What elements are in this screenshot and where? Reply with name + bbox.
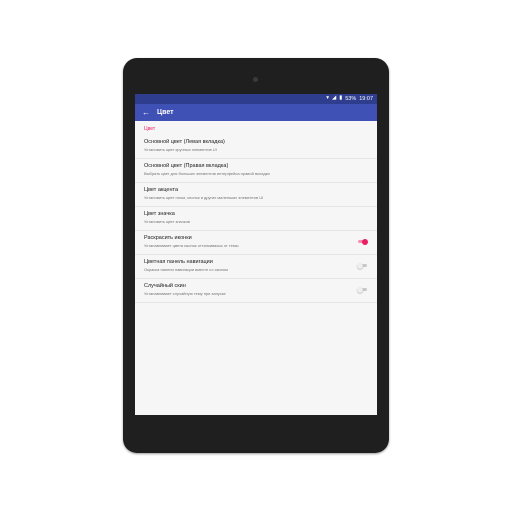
random-skin-switch[interactable] bbox=[357, 286, 367, 293]
switch-knob bbox=[357, 262, 363, 269]
pref-title: Раскрасить иконки bbox=[144, 235, 192, 241]
switch-knob bbox=[362, 238, 368, 245]
battery-icon: ▮ bbox=[339, 95, 343, 102]
pref-summary: Окраска панели навигации вместе со скино… bbox=[144, 267, 228, 272]
pref-summary: Устанавливает случайную тему при запуске bbox=[144, 291, 226, 296]
pref-summary: Установить цвет плом, кнопок и других ма… bbox=[144, 195, 264, 200]
pref-summary: Выбрать цвет для больших элементов интер… bbox=[144, 171, 270, 176]
pref-random-skin[interactable]: Случайный скин Устанавливает случайную т… bbox=[135, 279, 377, 303]
colored-navbar-switch[interactable] bbox=[357, 262, 367, 269]
pref-accent-color[interactable]: Цвет акцента Установить цвет плом, кнопо… bbox=[135, 183, 377, 207]
colorize-icons-switch[interactable] bbox=[358, 238, 368, 245]
status-time: 19:07 bbox=[359, 96, 373, 102]
pref-primary-color-left[interactable]: Основной цвет (Левая вкладка) Установить… bbox=[135, 135, 377, 159]
screen: ▾ ◢ ▮ 53% 19:07 ← Цвет Цвет Основной цве… bbox=[135, 94, 377, 415]
settings-list: Цвет Основной цвет (Левая вкладка) Устан… bbox=[135, 121, 377, 303]
pref-colored-navbar[interactable]: Цветная панель навигации Окраска панели … bbox=[135, 255, 377, 279]
pref-title: Случайный скин bbox=[144, 283, 186, 289]
pref-summary: Установить цвет крупных элементов UI bbox=[144, 147, 217, 152]
pref-summary: Устанавливает цвета иконок отталкиваясь … bbox=[144, 243, 239, 248]
section-header: Цвет bbox=[144, 126, 156, 132]
pref-icon-color[interactable]: Цвет значка Установить цвет значков bbox=[135, 207, 377, 231]
pref-summary: Установить цвет значков bbox=[144, 219, 190, 224]
status-bar: ▾ ◢ ▮ 53% 19:07 bbox=[135, 94, 377, 104]
pref-colorize-icons[interactable]: Раскрасить иконки Устанавливает цвета ик… bbox=[135, 231, 377, 255]
wifi-icon: ▾ bbox=[326, 95, 329, 102]
switch-knob bbox=[357, 286, 363, 293]
pref-title: Цветная панель навигации bbox=[144, 259, 213, 265]
pref-title: Основной цвет (Левая вкладка) bbox=[144, 139, 225, 145]
front-camera bbox=[253, 77, 258, 82]
pref-primary-color-right[interactable]: Основной цвет (Правая вкладка) Выбрать ц… bbox=[135, 159, 377, 183]
pref-title: Цвет акцента bbox=[144, 187, 179, 193]
pref-title: Цвет значка bbox=[144, 211, 175, 217]
pref-title: Основной цвет (Правая вкладка) bbox=[144, 163, 229, 169]
tablet-device: ▾ ◢ ▮ 53% 19:07 ← Цвет Цвет Основной цве… bbox=[123, 58, 389, 453]
signal-icon: ◢ bbox=[331, 95, 337, 102]
battery-percent: 53% bbox=[345, 96, 357, 102]
app-bar: ← Цвет bbox=[135, 104, 377, 121]
arrow-back-icon[interactable]: ← bbox=[135, 108, 157, 117]
page-title: Цвет bbox=[157, 109, 174, 116]
